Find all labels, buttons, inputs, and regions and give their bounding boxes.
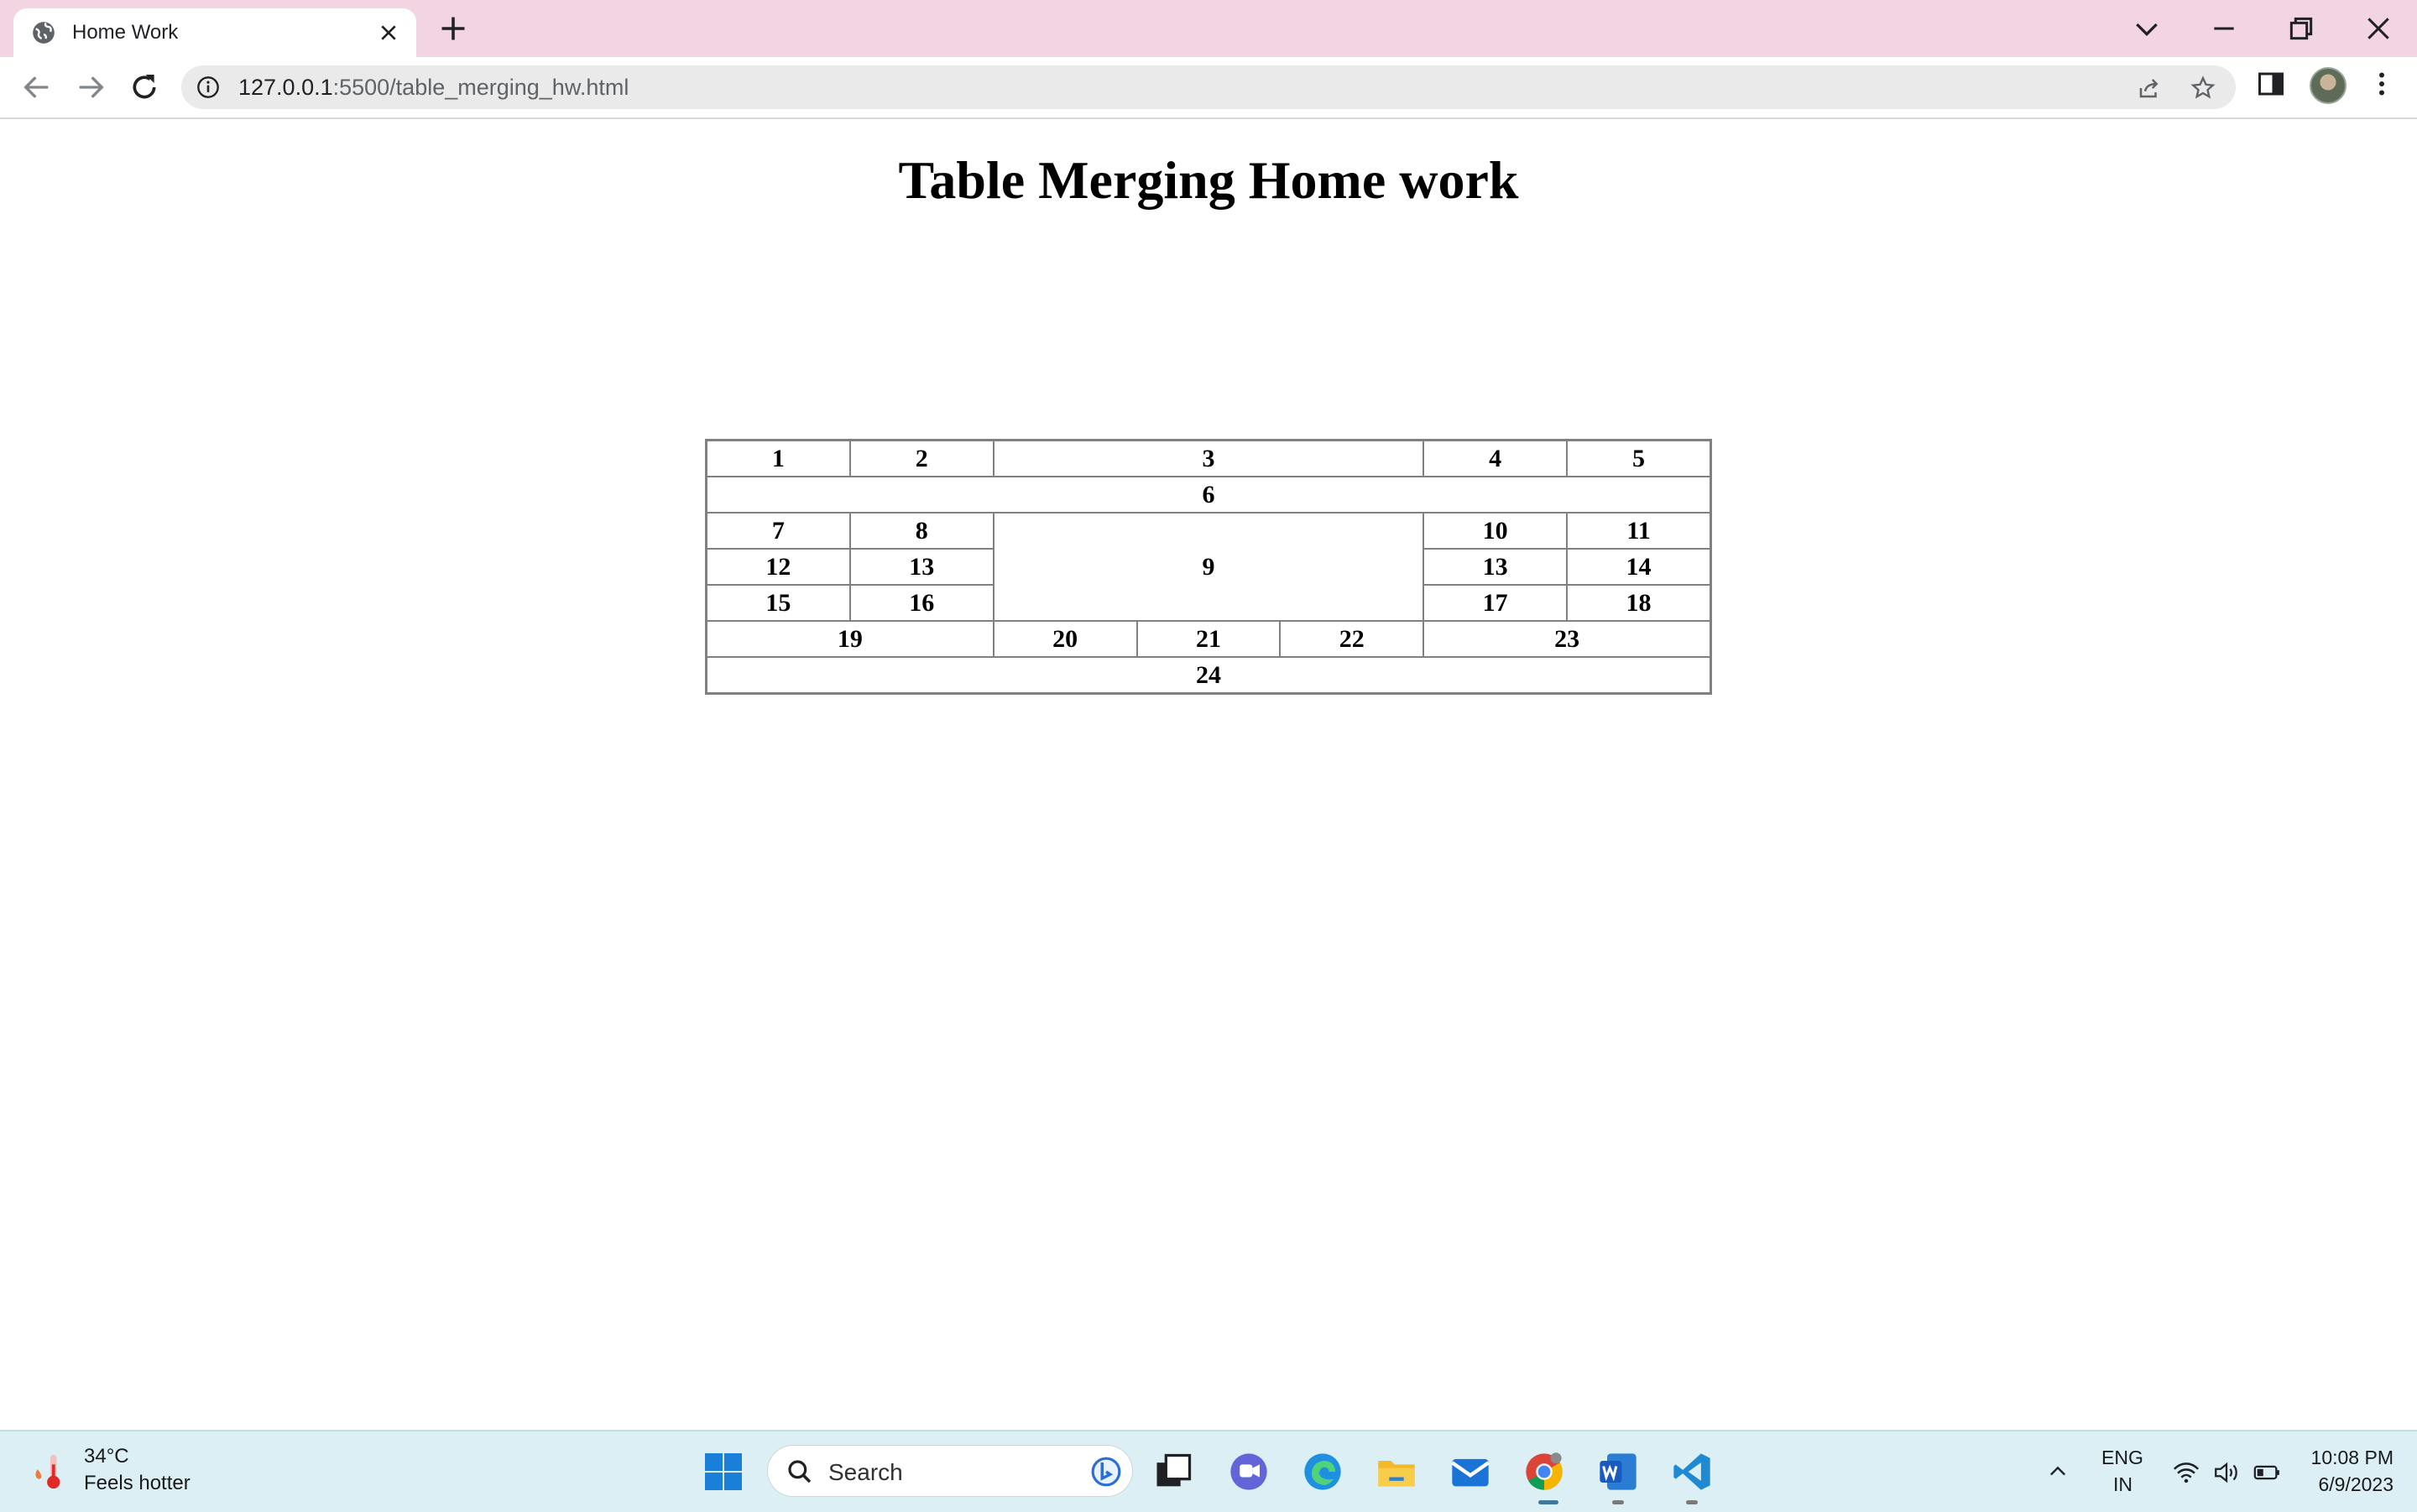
search-label: Search (828, 1459, 903, 1485)
chrome-active-indicator (1538, 1500, 1558, 1504)
table-cell: 10 (1423, 513, 1568, 549)
table-cell: 3 (993, 441, 1424, 477)
table-row: 1 2 3 4 5 (707, 441, 1710, 477)
task-view-icon[interactable] (1151, 1450, 1195, 1494)
address-bar[interactable]: 127.0.0.1:5500/table_merging_hw.html (181, 65, 2236, 109)
merged-table: 1 2 3 4 5 6 7 8 9 10 11 12 13 13 14 15 1… (705, 439, 1712, 695)
word-icon[interactable] (1596, 1450, 1640, 1494)
table-cell: 6 (707, 477, 1710, 513)
thermometer-weather-icon[interactable] (32, 1452, 65, 1490)
language-region[interactable]: IN (2113, 1473, 2132, 1496)
vscode-icon[interactable] (1670, 1450, 1714, 1494)
bing-icon[interactable] (1090, 1456, 1122, 1488)
weather-description[interactable]: Feels hotter (84, 1472, 191, 1495)
close-tab-icon[interactable] (379, 23, 398, 42)
table-cell: 13 (1423, 549, 1568, 585)
site-info-icon[interactable] (196, 76, 220, 99)
windows-taskbar: 34°C Feels hotter Search ENG IN 10:08 PM… (0, 1430, 2417, 1512)
clock-time[interactable]: 10:08 PM (2311, 1447, 2394, 1469)
table-cell: 16 (849, 585, 994, 621)
vscode-running-indicator (1686, 1500, 1698, 1504)
table-cell: 1 (707, 441, 850, 477)
language-indicator[interactable]: ENG (2101, 1447, 2143, 1469)
tab-title: Home Work (72, 21, 179, 44)
url-text[interactable]: 127.0.0.1:5500/table_merging_hw.html (238, 75, 629, 101)
url-path: :5500/table_merging_hw.html (332, 75, 629, 100)
table-cell: 19 (707, 621, 994, 657)
show-hidden-icons-chevron-icon[interactable] (2046, 1460, 2070, 1483)
table-cell: 15 (707, 585, 850, 621)
table-cell: 18 (1567, 585, 1710, 621)
search-icon (788, 1460, 812, 1483)
table-cell: 17 (1423, 585, 1568, 621)
table-row: 6 (707, 477, 1710, 513)
new-tab-icon[interactable] (438, 13, 468, 44)
table-cell: 13 (849, 549, 994, 585)
battery-icon[interactable] (2253, 1458, 2281, 1487)
bookmark-star-icon[interactable] (2190, 76, 2216, 101)
teams-chat-icon[interactable] (1227, 1450, 1271, 1494)
taskbar-search-box[interactable]: Search (767, 1445, 1133, 1497)
profile-avatar[interactable] (2310, 67, 2347, 104)
table-row: 19 20 21 22 23 (707, 621, 1710, 657)
wifi-icon[interactable] (2172, 1458, 2200, 1487)
table-cell: 12 (707, 549, 850, 585)
table-cell: 23 (1423, 621, 1710, 657)
browser-toolbar: 127.0.0.1:5500/table_merging_hw.html (0, 57, 2417, 119)
table-cell: 11 (1567, 513, 1710, 549)
browser-title-bar: Home Work (0, 0, 2417, 57)
mail-icon[interactable] (1449, 1450, 1492, 1494)
weather-temperature[interactable]: 34°C (84, 1445, 129, 1468)
share-icon[interactable] (2137, 76, 2162, 101)
close-window-icon[interactable] (2362, 12, 2395, 45)
table-cell: 24 (707, 657, 1710, 693)
edge-browser-icon[interactable] (1301, 1450, 1344, 1494)
table-row: 24 (707, 657, 1710, 693)
globe-icon (33, 22, 55, 44)
table-cell: 2 (849, 441, 994, 477)
table-cell: 5 (1567, 441, 1710, 477)
page-title: Table Merging Home work (898, 150, 1519, 210)
browser-tab-home-work[interactable]: Home Work (13, 8, 416, 57)
word-running-indicator (1612, 1500, 1624, 1504)
table-cell: 9 (993, 513, 1424, 621)
minimize-icon[interactable] (2207, 12, 2241, 45)
url-host: 127.0.0.1 (238, 75, 333, 100)
volume-icon[interactable] (2212, 1458, 2241, 1487)
table-cell: 21 (1136, 621, 1281, 657)
back-arrow-icon[interactable] (20, 70, 54, 104)
windows-start-icon[interactable] (703, 1452, 744, 1492)
table-row: 7 8 9 10 11 (707, 513, 1710, 621)
chrome-icon[interactable] (1522, 1450, 1566, 1494)
table-cell: 4 (1423, 441, 1568, 477)
table-cell: 14 (1567, 549, 1710, 585)
table-cell: 8 (849, 513, 994, 549)
table-cell: 20 (993, 621, 1137, 657)
more-menu-icon[interactable] (2367, 69, 2397, 99)
restore-icon[interactable] (2284, 12, 2318, 45)
table-cell: 22 (1280, 621, 1424, 657)
side-panel-icon[interactable] (2256, 69, 2286, 99)
clock-date[interactable]: 6/9/2023 (2318, 1473, 2394, 1496)
file-explorer-icon[interactable] (1375, 1450, 1418, 1494)
tab-search-chevron-icon[interactable] (2130, 12, 2164, 45)
reload-icon[interactable] (128, 70, 161, 104)
table-cell: 7 (707, 513, 850, 549)
forward-arrow-icon[interactable] (74, 70, 107, 104)
